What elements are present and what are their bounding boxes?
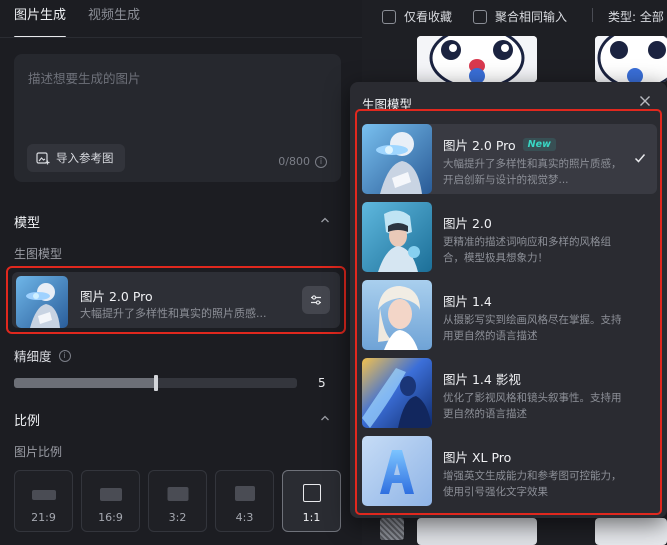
model-option-image-1-4-film[interactable]: 图片 1.4 影视 优化了影视风格和镜头叙事性。支持用更自然的语言描述 [362, 358, 657, 428]
model-option-image-xl-pro[interactable]: 图片 XL Pro 增强英文生成能力和参考图可控能力，使用引号强化文字效果 [362, 436, 657, 506]
char-count-text: 0/800 [278, 155, 310, 168]
favorites-filter[interactable]: 仅看收藏 [382, 8, 452, 25]
model-desc: 优化了影视风格和镜头叙事性。支持用更自然的语言描述 [443, 392, 622, 420]
ratio-1-1-icon [302, 484, 321, 502]
precision-slider[interactable] [14, 375, 297, 391]
ratio-label: 16:9 [98, 511, 123, 524]
merge-label: 聚合相同输入 [495, 10, 568, 24]
new-badge: New [522, 138, 556, 151]
precision-value: 5 [318, 376, 326, 390]
ratio-option-4-3[interactable]: 4:3 [215, 470, 274, 532]
gallery-image[interactable] [417, 36, 537, 82]
model-option-image-2-0[interactable]: 图片 2.0 更精准的描述词响应和多样的风格组合，模型极具想象力！ [362, 202, 657, 272]
selected-model-inner: 图片 2.0 Pro 大幅提升了多样性和真实的照片质感... [12, 272, 340, 328]
model-desc: 增强英文生成能力和参考图可控能力，使用引号强化文字效果 [443, 470, 622, 498]
model-section-title: 模型 [14, 216, 41, 231]
model-option-image-2-0-pro[interactable]: 图片 2.0 Pro New 大幅提升了多样性和真实的照片质感，开启创新与设计的… [362, 124, 657, 194]
prompt-placeholder: 描述想要生成的图片 [28, 71, 141, 86]
image-add-icon [36, 152, 50, 165]
model-desc: 从摄影写实到绘画风格尽在掌握。支持用更自然的语言描述 [443, 314, 622, 342]
model-name: 图片 1.4 影视 [443, 372, 521, 387]
tab-video-generation[interactable]: 视频生成 [88, 6, 140, 36]
ratio-label: 4:3 [235, 511, 254, 524]
ratio-options: 21:9 16:9 3:2 4:3 1:1 [14, 470, 341, 532]
model-picker-popup: 生图模型 图片 2.0 Pro New 大幅提升了多样性和真实的照片质感，开启创… [350, 82, 667, 518]
char-count: 0/800 i [278, 155, 327, 168]
model-settings-button[interactable] [302, 286, 330, 314]
ratio-label: 1:1 [302, 511, 321, 524]
mode-tabs: 图片生成 视频生成 [14, 6, 140, 38]
left-panel: 图片生成 视频生成 描述想要生成的图片 导入参考图 0/800 i 模型 生图模… [0, 0, 362, 545]
model-thumbnail [362, 436, 432, 506]
precision-label-row: 精细度 i [14, 346, 71, 365]
model-name: 图片 2.0 Pro [443, 138, 516, 153]
type-filter[interactable]: 类型: 全部 [608, 8, 664, 25]
gallery-image[interactable] [595, 36, 667, 82]
ratio-4-3-icon [234, 486, 255, 501]
ratio-label: 21:9 [31, 511, 56, 524]
ratio-option-21-9[interactable]: 21:9 [14, 470, 73, 532]
favorites-checkbox[interactable] [382, 9, 396, 24]
check-icon [634, 154, 646, 163]
model-thumbnail [362, 124, 432, 194]
prompt-input[interactable]: 描述想要生成的图片 导入参考图 0/800 i [14, 54, 341, 182]
selected-model-name: 图片 2.0 Pro [80, 289, 153, 304]
model-thumbnail [16, 276, 68, 328]
info-icon[interactable]: i [58, 349, 71, 362]
ratio-option-16-9[interactable]: 16:9 [81, 470, 140, 532]
type-label: 类型: 全部 [608, 10, 664, 24]
ratio-label: 3:2 [168, 511, 187, 524]
model-name-row: 图片 1.4 影视 [443, 369, 521, 388]
merge-checkbox[interactable] [473, 9, 487, 24]
filter-divider [592, 8, 593, 22]
selected-model-card[interactable]: 图片 2.0 Pro 大幅提升了多样性和真实的照片质感... [6, 266, 346, 334]
merge-filter[interactable]: 聚合相同输入 [473, 8, 567, 25]
model-name: 图片 XL Pro [443, 450, 512, 465]
model-thumbnail [362, 202, 432, 272]
tabs-divider [0, 37, 362, 38]
precision-label: 精细度 [14, 349, 52, 364]
filter-bar: 仅看收藏 聚合相同输入 类型: 全部 [362, 0, 667, 32]
precision-slider-handle[interactable] [153, 375, 158, 391]
model-thumbnail [362, 280, 432, 350]
model-thumbnail [362, 358, 432, 428]
import-reference-button[interactable]: 导入参考图 [27, 144, 125, 172]
model-name: 图片 2.0 [443, 216, 492, 231]
precision-slider-fill [14, 378, 156, 388]
model-name: 图片 1.4 [443, 294, 492, 309]
model-option-image-1-4[interactable]: 图片 1.4 从摄影写实到绘画风格尽在掌握。支持用更自然的语言描述 [362, 280, 657, 350]
chevron-up-icon[interactable] [320, 215, 330, 225]
pattern-thumbnail[interactable] [380, 518, 404, 540]
close-icon[interactable] [638, 94, 652, 108]
ratio-sub-label: 图片比例 [14, 445, 63, 459]
model-name-row: 图片 2.0 Pro New [443, 135, 556, 154]
ratio-section-title: 比例 [14, 414, 41, 429]
model-sub-label: 生图模型 [14, 247, 63, 261]
ratio-21-9-icon [31, 490, 56, 500]
favorites-label: 仅看收藏 [404, 10, 453, 24]
ratio-option-3-2[interactable]: 3:2 [148, 470, 207, 532]
ratio-option-1-1[interactable]: 1:1 [282, 470, 341, 532]
info-icon[interactable]: i [315, 155, 327, 168]
model-name-row: 图片 2.0 [443, 213, 492, 232]
tab-image-generation[interactable]: 图片生成 [14, 6, 67, 38]
chevron-up-icon[interactable] [320, 413, 330, 423]
ratio-3-2-icon [167, 487, 188, 501]
model-desc: 更精准的描述词响应和多样的风格组合，模型极具想象力！ [443, 236, 611, 264]
selected-model-desc: 大幅提升了多样性和真实的照片质感... [80, 307, 267, 320]
import-reference-label: 导入参考图 [56, 151, 114, 165]
model-name-row: 图片 1.4 [443, 291, 492, 310]
sliders-icon [311, 295, 321, 305]
model-name-row: 图片 XL Pro [443, 447, 511, 466]
gallery-image[interactable] [595, 518, 667, 545]
model-desc: 大幅提升了多样性和真实的照片质感，开启创新与设计的视觉梦... [443, 158, 622, 186]
gallery-image[interactable] [417, 518, 537, 545]
ratio-16-9-icon [99, 488, 122, 501]
